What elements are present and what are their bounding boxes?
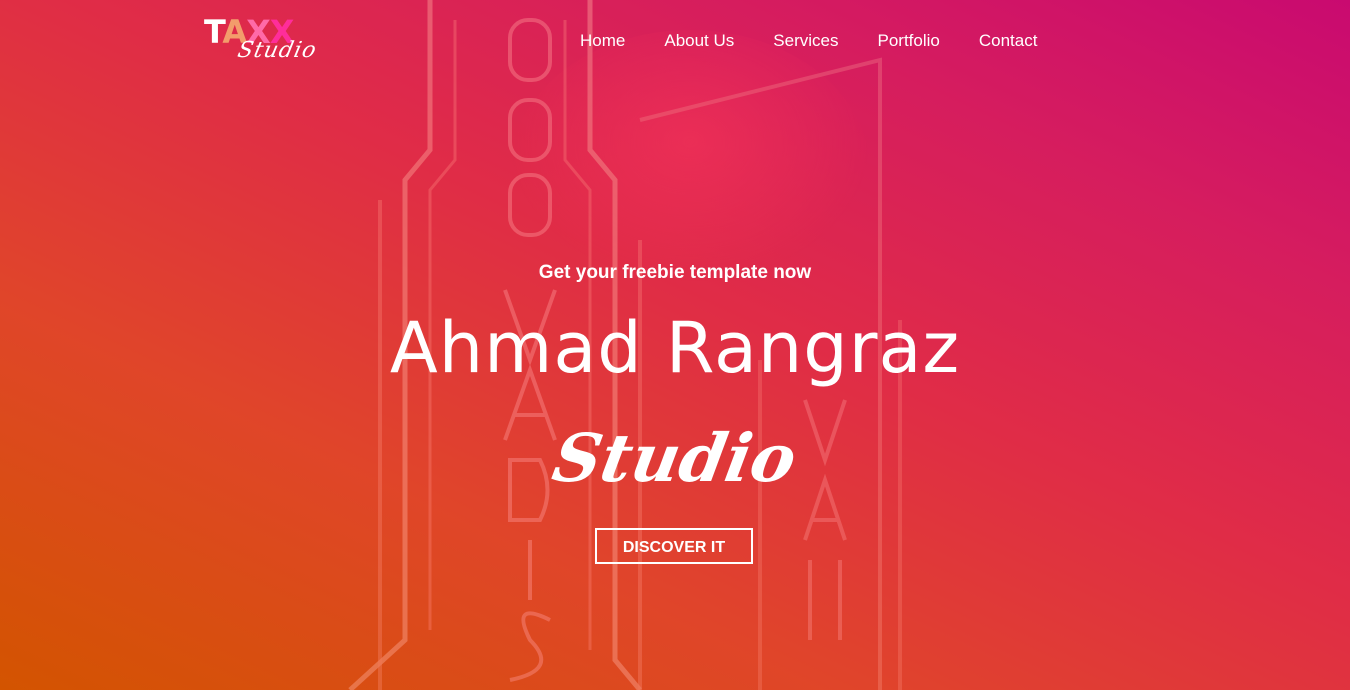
hero-script-text: Studio	[547, 419, 803, 497]
nav-item-contact[interactable]: Contact	[979, 30, 1038, 52]
hero-section: TAXX Studio Home About Us Services Portf…	[0, 0, 1350, 690]
logo-letter-t: T	[204, 13, 223, 51]
nav-item-services[interactable]: Services	[773, 30, 838, 52]
brand-logo[interactable]: TAXX Studio	[204, 12, 334, 68]
logo-subtitle: Studio	[235, 38, 320, 63]
discover-button[interactable]: DISCOVER IT	[595, 528, 753, 564]
hero-tagline: Get your freebie template now	[538, 262, 812, 283]
hero-title: Ahmad Rangraz	[389, 307, 961, 389]
main-navigation: Home About Us Services Portfolio Contact	[580, 30, 1037, 52]
nav-item-about-us[interactable]: About Us	[664, 30, 734, 52]
hero-script-title: Studio	[0, 414, 1350, 502]
nav-item-home[interactable]: Home	[580, 30, 625, 52]
nav-item-portfolio[interactable]: Portfolio	[877, 30, 939, 52]
